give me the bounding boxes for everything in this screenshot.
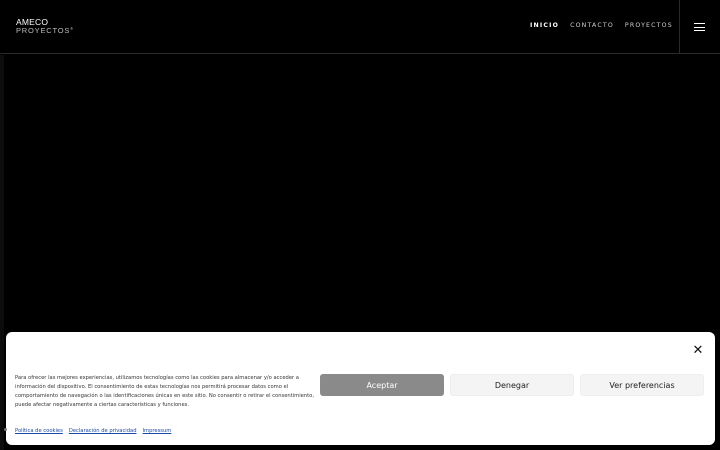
main-nav: INICIO CONTACTO PROYECTOS bbox=[530, 22, 684, 29]
hero-left-edge bbox=[0, 55, 4, 450]
cookie-links: Política de cookies Declaración de priva… bbox=[15, 428, 171, 434]
logo-subtitle: PROYECTOS® bbox=[16, 25, 74, 35]
deny-button[interactable]: Denegar bbox=[450, 374, 574, 396]
accept-button[interactable]: Aceptar bbox=[320, 374, 444, 396]
impressum-link[interactable]: Impressum bbox=[143, 428, 172, 434]
nav-item-contacto[interactable]: CONTACTO bbox=[570, 22, 614, 29]
nav-item-proyectos[interactable]: PROYECTOS bbox=[625, 22, 673, 29]
cookie-description: Para ofrecer las mejores experiencias, u… bbox=[15, 375, 314, 408]
privacy-statement-link[interactable]: Declaración de privacidad bbox=[69, 428, 137, 434]
site-logo[interactable]: AMECO PROYECTOS® bbox=[16, 18, 74, 34]
menu-divider bbox=[679, 0, 680, 54]
cookie-policy-link[interactable]: Política de cookies bbox=[15, 428, 63, 434]
cookie-banner: ✕ Para ofrecer las mejores experiencias,… bbox=[6, 332, 715, 445]
hamburger-icon[interactable] bbox=[694, 23, 705, 31]
nav-item-inicio[interactable]: INICIO bbox=[530, 22, 559, 29]
site-header: AMECO PROYECTOS® INICIO CONTACTO PROYECT… bbox=[0, 0, 720, 54]
close-icon[interactable]: ✕ bbox=[691, 344, 705, 358]
preferences-button[interactable]: Ver preferencias bbox=[580, 374, 704, 396]
scroll-indicator bbox=[4, 428, 7, 431]
